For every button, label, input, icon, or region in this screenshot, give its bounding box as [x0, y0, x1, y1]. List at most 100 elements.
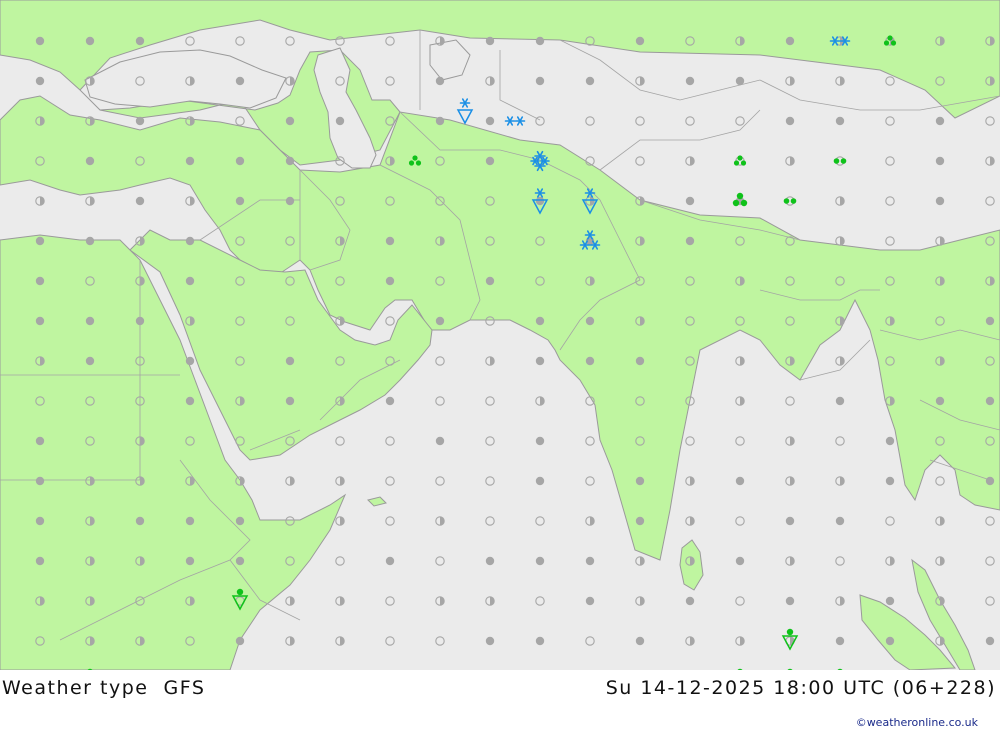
grid-dot-full — [535, 476, 545, 486]
grid-dot-full — [635, 356, 645, 366]
grid-dot-full — [685, 196, 695, 206]
grid-dot-full — [835, 636, 845, 646]
grid-dot-full — [735, 76, 745, 86]
grid-dot-full — [435, 316, 445, 326]
grid-dot-full — [935, 196, 945, 206]
grid-dot-full — [485, 276, 495, 286]
grid-dot-full — [685, 76, 695, 86]
grid-dot-full — [85, 156, 95, 166]
grid-dot-full — [85, 236, 95, 246]
grid-dot-full — [185, 516, 195, 526]
grid-dot-full — [535, 356, 545, 366]
grid-dot-full — [535, 636, 545, 646]
grid-dot-full — [985, 636, 995, 646]
grid-dot-full — [635, 516, 645, 526]
grid-dot-full — [285, 396, 295, 406]
grid-dot-full — [35, 236, 45, 246]
grid-dot-full — [235, 636, 245, 646]
grid-dot-full — [885, 476, 895, 486]
grid-dot-full — [485, 36, 495, 46]
grid-dot-full — [185, 276, 195, 286]
grid-dot-full — [585, 356, 595, 366]
grid-dot-full — [585, 76, 595, 86]
grid-dot-full — [485, 156, 495, 166]
grid-dot-full — [35, 556, 45, 566]
grid-dot-full — [685, 596, 695, 606]
grid-dot-full — [635, 476, 645, 486]
grid-dot-full — [185, 236, 195, 246]
grid-dot-full — [285, 156, 295, 166]
grid-dot-full — [485, 636, 495, 646]
grid-dot-full — [335, 116, 345, 126]
grid-dot-full — [485, 556, 495, 566]
grid-dot-full — [185, 556, 195, 566]
grid-dot-full — [385, 236, 395, 246]
grid-dot-full — [385, 396, 395, 406]
grid-dot-full — [535, 316, 545, 326]
grid-dot-full — [685, 236, 695, 246]
grid-dot-full — [385, 276, 395, 286]
grid-dot-full — [935, 116, 945, 126]
grid-dot-full — [885, 436, 895, 446]
grid-dot-full — [985, 396, 995, 406]
grid-dot-full — [785, 596, 795, 606]
grid-dot-full — [435, 116, 445, 126]
grid-dot-full — [585, 316, 595, 326]
grid-dot-full — [285, 116, 295, 126]
weather-map — [0, 0, 1000, 670]
grid-dot-full — [785, 516, 795, 526]
grid-dot-full — [35, 276, 45, 286]
grid-dot-full — [535, 76, 545, 86]
grid-dot-full — [235, 516, 245, 526]
grid-dot-full — [135, 196, 145, 206]
grid-dot-full — [885, 596, 895, 606]
grid-dot-full — [135, 116, 145, 126]
map-datetime: Su 14-12-2025 18:00 UTC (06+228) — [605, 677, 996, 699]
grid-dot-full — [585, 596, 595, 606]
grid-dot-full — [235, 196, 245, 206]
grid-dot-full — [35, 476, 45, 486]
grid-dot-full — [935, 396, 945, 406]
grid-dot-full — [185, 156, 195, 166]
grid-dot-full — [585, 556, 595, 566]
grid-dot-full — [185, 356, 195, 366]
grid-dot-full — [835, 116, 845, 126]
grid-dot-full — [535, 556, 545, 566]
grid-dot-full — [235, 76, 245, 86]
grid-dot-full — [535, 436, 545, 446]
grid-dot-full — [235, 556, 245, 566]
grid-dot-full — [785, 116, 795, 126]
credit-link[interactable]: ©weatheronline.co.uk — [856, 716, 978, 729]
grid-dot-full — [35, 76, 45, 86]
grid-dot-full — [85, 36, 95, 46]
grid-dot-full — [85, 356, 95, 366]
grid-dot-full — [35, 316, 45, 326]
map-title: Weather type GFS — [2, 677, 206, 699]
grid-dot-full — [735, 556, 745, 566]
grid-dot-full — [635, 636, 645, 646]
grid-dot-full — [135, 516, 145, 526]
grid-dot-full — [35, 36, 45, 46]
grid-dot-full — [85, 316, 95, 326]
grid-dot-full — [885, 636, 895, 646]
grid-dot-full — [485, 116, 495, 126]
grid-dot-full — [785, 36, 795, 46]
grid-dot-full — [185, 396, 195, 406]
grid-dot-full — [535, 36, 545, 46]
grid-dot-full — [385, 556, 395, 566]
grid-dot-full — [135, 36, 145, 46]
grid-dot-full — [735, 476, 745, 486]
grid-dot-full — [285, 356, 295, 366]
grid-dot-full — [35, 436, 45, 446]
grid-dot-full — [285, 196, 295, 206]
grid-dot-full — [635, 36, 645, 46]
grid-dot-full — [535, 196, 545, 206]
grid-dot-full — [435, 76, 445, 86]
grid-dot-full — [135, 316, 145, 326]
grid-dot-full — [835, 516, 845, 526]
grid-dot-full — [935, 156, 945, 166]
grid-dot-full — [235, 156, 245, 166]
grid-dot-full — [435, 436, 445, 446]
grid-dot-full — [35, 516, 45, 526]
grid-dot-full — [835, 396, 845, 406]
